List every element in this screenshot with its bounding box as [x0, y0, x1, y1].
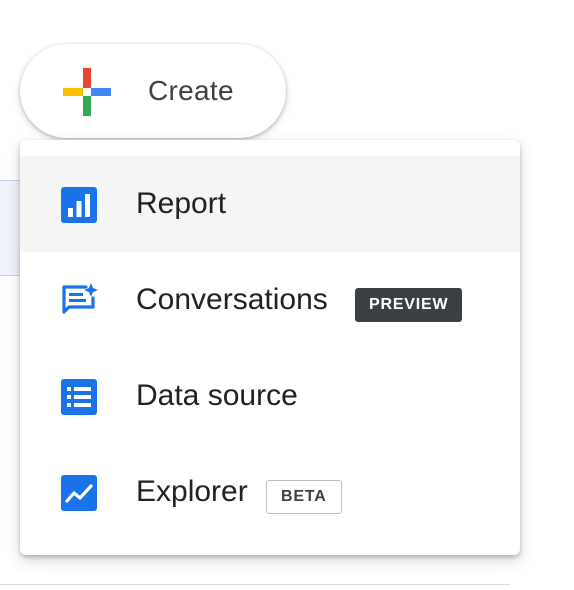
trend-line-icon	[61, 475, 97, 511]
create-button[interactable]: Create	[20, 44, 286, 138]
menu-item-data-source[interactable]: Data source	[20, 348, 520, 444]
background-panel	[0, 180, 22, 276]
google-plus-icon	[63, 68, 111, 116]
create-menu: Report Conversations Data source Explore…	[20, 140, 520, 555]
menu-item-label: Explorer	[136, 475, 248, 508]
create-button-label: Create	[148, 75, 234, 106]
beta-badge: BETA	[266, 480, 342, 514]
menu-item-label: Data source	[136, 379, 298, 412]
menu-item-report[interactable]: Report	[20, 156, 520, 252]
list-icon	[61, 379, 97, 415]
menu-item-label: Conversations	[136, 283, 328, 316]
page: Create Report Conversations Data source …	[0, 0, 574, 590]
menu-item-label: Report	[136, 187, 227, 220]
background-divider	[0, 584, 510, 585]
bar-chart-icon	[61, 187, 97, 223]
chat-sparkle-icon	[62, 283, 98, 314]
preview-badge: PREVIEW	[355, 288, 463, 322]
